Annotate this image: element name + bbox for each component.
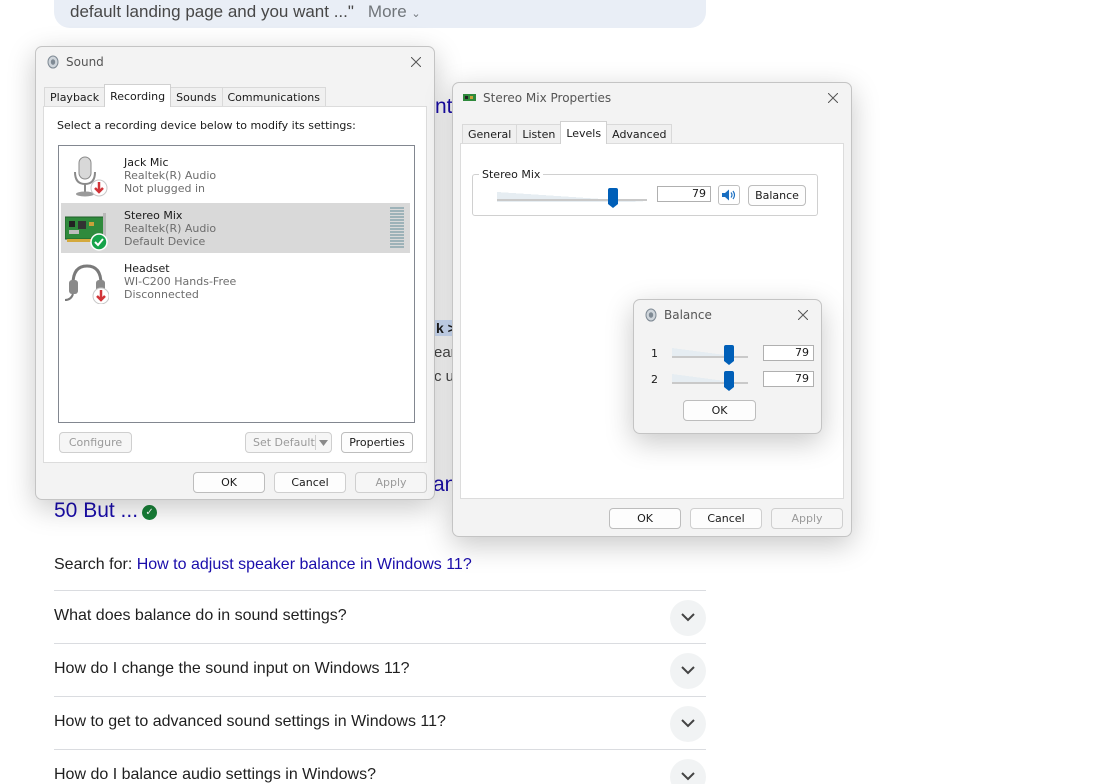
instruction-text: Select a recording device below to modif… — [57, 119, 356, 132]
headset-icon — [65, 264, 109, 304]
people-also-ask-item[interactable]: What does balance do in sound settings? — [54, 590, 706, 643]
apply-button[interactable]: Apply — [771, 508, 843, 529]
obscured-link-fragment[interactable]: nt — [435, 95, 453, 119]
speaker-app-icon — [47, 55, 59, 69]
snippet-text: default landing page and you want ..." Mo… — [70, 2, 421, 21]
device-name: Jack Mic — [124, 156, 169, 169]
tab-communications[interactable]: Communications — [221, 87, 326, 107]
tab-listen[interactable]: Listen — [516, 124, 562, 144]
channel-2-value-field[interactable]: 79 — [763, 371, 814, 387]
slider-thumb[interactable] — [608, 188, 618, 208]
tab-general[interactable]: General — [462, 124, 518, 144]
close-icon — [411, 57, 421, 67]
balance-dialog: Balance 1 79 2 79 OK — [633, 299, 822, 434]
titlebar[interactable]: Sound — [36, 47, 434, 77]
titlebar[interactable]: Balance — [634, 300, 821, 330]
tab-playback[interactable]: Playback — [44, 87, 106, 107]
sound-dialog: Sound Playback Recording Sounds Communic… — [35, 46, 435, 500]
tab-levels[interactable]: Levels — [560, 121, 608, 144]
question-text: What does balance do in sound settings? — [54, 607, 347, 624]
close-button[interactable] — [791, 303, 815, 327]
group-label: Stereo Mix — [479, 168, 544, 181]
dropdown-arrow-icon[interactable] — [315, 435, 331, 450]
microphone-icon — [74, 156, 108, 197]
slider-track — [672, 356, 748, 358]
set-default-button[interactable]: Set Default — [245, 432, 332, 453]
search-for-link[interactable]: How to adjust speaker balance in Windows… — [137, 556, 472, 573]
ai-overview-snippet: default landing page and you want ..." Mo… — [54, 0, 706, 28]
result-title-link[interactable]: 50 But ... ✓ — [54, 499, 158, 523]
window-title: Stereo Mix Properties — [483, 91, 612, 105]
verified-check-icon: ✓ — [142, 505, 158, 520]
ok-button[interactable]: OK — [609, 508, 681, 529]
speaker-icon — [722, 189, 736, 201]
apply-button[interactable]: Apply — [355, 472, 427, 493]
chevron-down-icon[interactable] — [670, 759, 706, 784]
close-button[interactable] — [404, 50, 428, 74]
sound-card-icon — [463, 94, 476, 101]
device-item-jack-mic[interactable]: Jack Mic Realtek(R) Audio Not plugged in — [61, 150, 410, 200]
tab-strip: Playback Recording Sounds Communications — [44, 84, 326, 107]
cancel-button[interactable]: Cancel — [690, 508, 762, 529]
channel-1-value-field[interactable]: 79 — [763, 345, 814, 361]
level-value-field[interactable]: 79 — [657, 186, 711, 202]
close-button[interactable] — [821, 86, 845, 110]
channel-2-slider[interactable] — [672, 368, 748, 391]
device-driver: WI-C200 Hands-Free — [124, 275, 237, 288]
channel-1-slider[interactable] — [672, 342, 748, 365]
device-status: Default Device — [124, 235, 206, 248]
device-item-stereo-mix[interactable]: Stereo Mix Realtek(R) Audio Default Devi… — [61, 203, 410, 253]
tab-sounds[interactable]: Sounds — [170, 87, 223, 107]
device-driver: Realtek(R) Audio — [124, 222, 217, 235]
recording-panel: Select a recording device below to modif… — [43, 106, 427, 463]
slider-thumb[interactable] — [724, 371, 734, 391]
slider-track — [672, 382, 748, 384]
speaker-app-icon — [645, 308, 657, 322]
device-list[interactable]: Jack Mic Realtek(R) Audio Not plugged in — [58, 145, 415, 423]
tab-recording[interactable]: Recording — [104, 84, 172, 107]
titlebar[interactable]: Stereo Mix Properties — [453, 83, 851, 113]
channel-label: 2 — [651, 373, 658, 386]
properties-button[interactable]: Properties — [341, 432, 413, 453]
tab-strip: General Listen Levels Advanced — [462, 121, 673, 144]
chevron-down-icon[interactable] — [670, 706, 706, 742]
window-title: Sound — [66, 55, 104, 69]
device-item-headset[interactable]: Headset WI-C200 Hands-Free Disconnected — [61, 256, 410, 306]
obscured-text-fragment: c u — [434, 368, 455, 385]
sound-card-icon — [65, 213, 108, 251]
level-meter — [390, 207, 404, 249]
configure-button[interactable]: Configure — [59, 432, 132, 453]
ok-button[interactable]: OK — [683, 400, 756, 421]
device-status: Not plugged in — [124, 182, 206, 195]
channel-label: 1 — [651, 347, 658, 360]
window-title: Balance — [664, 308, 712, 322]
device-name: Headset — [124, 262, 170, 275]
people-also-ask-item[interactable]: How do I balance audio settings in Windo… — [54, 749, 706, 784]
close-icon — [798, 310, 808, 320]
more-link[interactable]: More ⌄ — [368, 2, 421, 21]
slider-track — [497, 199, 647, 201]
question-text: How do I change the sound input on Windo… — [54, 660, 410, 677]
close-icon — [828, 93, 838, 103]
balance-button[interactable]: Balance — [748, 185, 806, 206]
search-for-row: Search for: How to adjust speaker balanc… — [54, 556, 472, 573]
device-name: Stereo Mix — [124, 209, 183, 222]
question-text: How to get to advanced sound settings in… — [54, 713, 446, 730]
people-also-ask-item[interactable]: How to get to advanced sound settings in… — [54, 696, 706, 749]
ok-button[interactable]: OK — [193, 472, 265, 493]
tab-advanced[interactable]: Advanced — [606, 124, 673, 144]
mute-toggle-button[interactable] — [718, 185, 740, 205]
slider-thumb[interactable] — [724, 345, 734, 365]
chevron-down-icon[interactable] — [670, 653, 706, 689]
people-also-ask-item[interactable]: How do I change the sound input on Windo… — [54, 643, 706, 696]
cancel-button[interactable]: Cancel — [274, 472, 346, 493]
chevron-down-icon[interactable] — [670, 600, 706, 636]
device-driver: Realtek(R) Audio — [124, 169, 217, 182]
chevron-down-icon: ⌄ — [411, 8, 421, 20]
level-slider[interactable] — [497, 184, 647, 208]
question-text: How do I balance audio settings in Windo… — [54, 766, 376, 783]
device-status: Disconnected — [124, 288, 199, 301]
